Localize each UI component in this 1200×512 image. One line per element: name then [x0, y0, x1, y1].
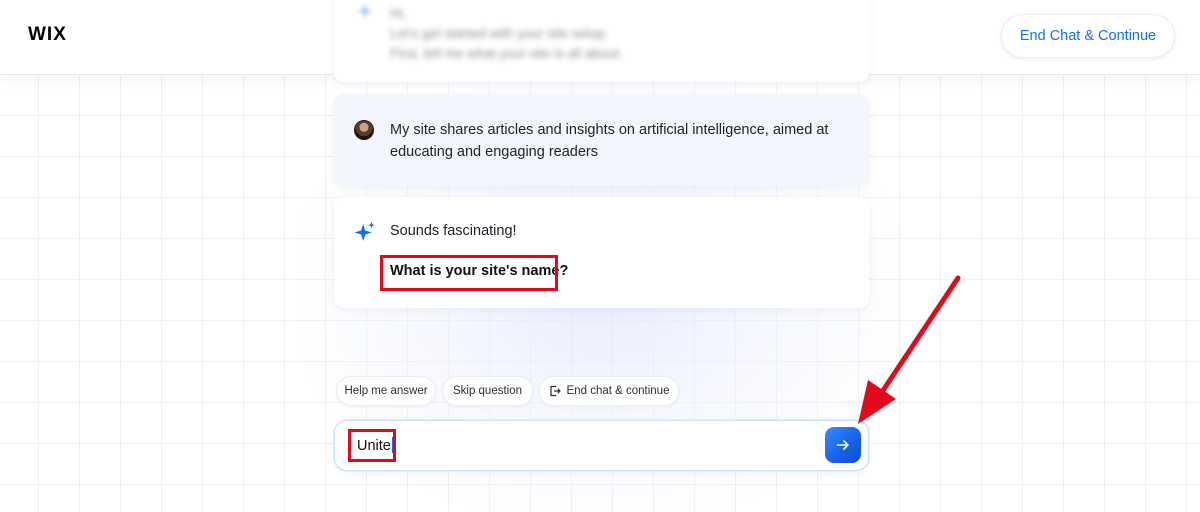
exit-icon	[549, 385, 561, 397]
help-me-answer-label: Help me answer	[344, 385, 428, 397]
highlight-box-input	[348, 429, 396, 462]
end-chat-continue-label: End chat & continue	[566, 385, 670, 397]
user-message-text: My site shares articles and insights on …	[390, 122, 829, 160]
end-chat-continue-button[interactable]: End Chat & Continue	[1001, 14, 1175, 58]
page: WIX End Chat & Continue Hi, Let's get st…	[0, 0, 1200, 512]
chat-input[interactable]: Unite	[334, 420, 869, 471]
wix-logo[interactable]: WIX	[28, 24, 67, 46]
skip-question-button[interactable]: Skip question	[442, 376, 533, 406]
bot-message: Sounds fascinating! What is your site's …	[334, 197, 869, 308]
end-chat-continue-chip[interactable]: End chat & continue	[539, 376, 679, 406]
help-me-answer-button[interactable]: Help me answer	[336, 376, 436, 406]
send-button[interactable]	[825, 427, 861, 463]
arrow-right-icon	[836, 440, 849, 450]
skip-question-label: Skip question	[452, 385, 523, 397]
sparkle-icon	[357, 3, 373, 19]
user-avatar	[354, 120, 374, 140]
highlight-box-question	[380, 255, 558, 291]
user-message: My site shares articles and insights on …	[334, 94, 869, 186]
bot-message-text: Sounds fascinating!	[390, 223, 517, 239]
previous-bot-message: Hi, Let's get started with your site set…	[334, 0, 869, 82]
sparkle-icon	[354, 221, 375, 242]
previous-message-text: Hi, Let's get started with your site set…	[390, 6, 623, 61]
